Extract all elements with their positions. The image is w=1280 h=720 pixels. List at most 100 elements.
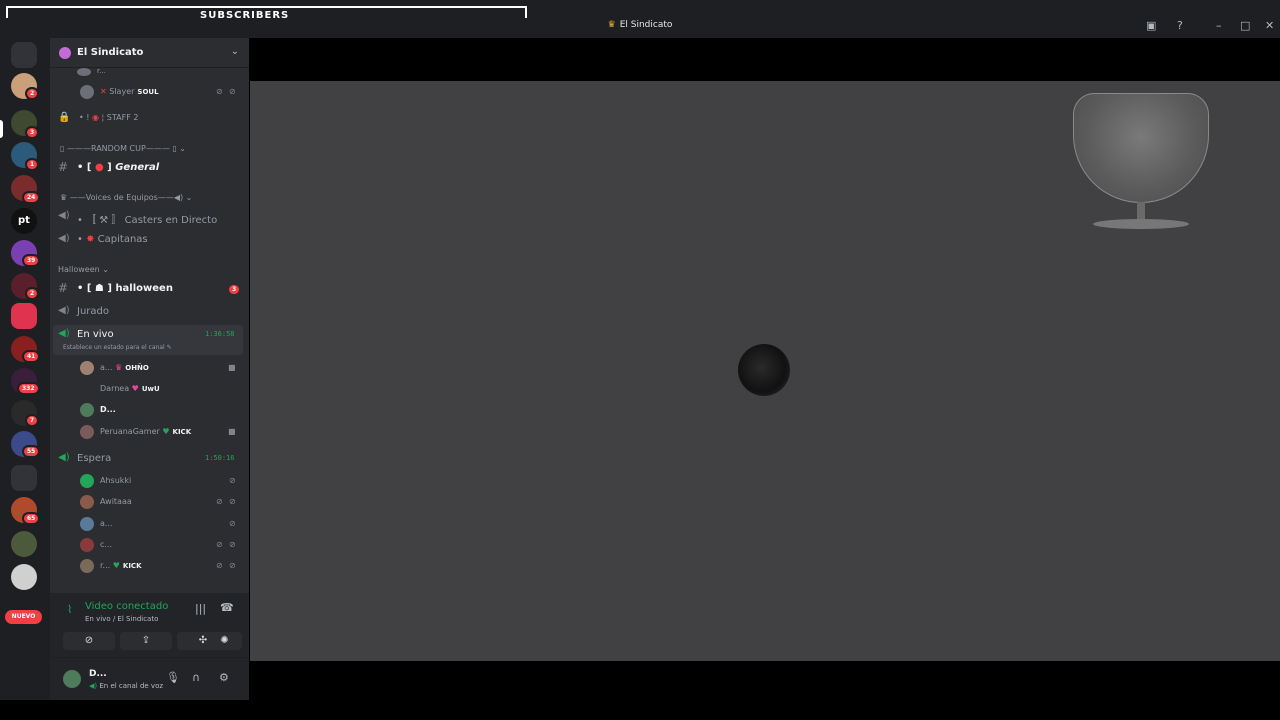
server-badge: 55 [22,445,41,458]
server-icon[interactable] [11,303,37,329]
noise-suppression-icon[interactable]: ||| [195,602,206,615]
stream-overlay-banner: SUBSCRIBERS [6,6,527,18]
category-random-cup[interactable]: ▯ ———RANDOM CUP——— ▯ ⌄ [60,144,186,153]
voice-user-slayer[interactable]: ✕ Slayer SOUL ⊘ ⊘ [53,82,243,102]
channel-jurado[interactable]: ◀) Jurado [53,302,243,322]
voice-user[interactable]: PeruanaGamer ♥ KICK ■ [53,422,243,442]
camera-toggle-button[interactable]: ⊘ [63,632,115,650]
channel-casters[interactable]: ◀) • 〚 ⚒ 〛 Casters en Directo [53,207,243,227]
disconnect-icon[interactable]: ☎ [220,601,234,614]
voice-timer: 1:36:58 [205,330,235,338]
voice-timer: 1:50:16 [205,454,235,462]
chevron-down-icon: ⌄ [230,46,239,57]
mute-icon: ⊘ [216,497,223,506]
user-avatar [80,425,94,439]
camera-icon: ■ [228,363,236,372]
user-avatar [80,495,94,509]
mute-icon: ⊘ [229,519,236,528]
channel-name: • 〚 ⚒ 〛 Casters en Directo [77,215,218,226]
active-server-pill [0,120,3,138]
server-badge: 39 [22,254,41,267]
brandy-glass-image [1073,93,1209,203]
user-avatar [80,85,94,99]
server-icon[interactable] [11,531,37,557]
server-badge: 7 [25,414,40,427]
channel-staff[interactable]: 🔒 • ! ◉ ¦ STAFF 2 [53,109,243,129]
soundboard-button[interactable]: ✺ [207,632,242,650]
channel-general[interactable]: # • [ ● ] General [53,158,243,178]
user-panel-name[interactable]: D... [89,669,107,679]
user-name: a... ♛ OHÑO [100,363,149,372]
headphones-icon[interactable]: ∩ [192,671,200,684]
window-title-text: El Sindicato [619,20,673,30]
maximize-icon[interactable]: □ [1240,19,1250,32]
lock-icon: 🔒 [58,112,71,123]
overlay-banner-text: SUBSCRIBERS [200,10,290,18]
server-icon[interactable] [11,564,37,590]
crown-icon: ♛ [607,20,616,30]
discord-home-icon[interactable] [11,42,37,68]
voice-user[interactable]: a... ♛ OHÑO ■ [53,358,243,378]
deafen-icon: ⊘ [229,561,236,570]
folder-icon[interactable] [11,465,37,491]
user-name: Awitaaa [100,497,132,506]
user-name: PeruanaGamer ♥ KICK [100,427,192,436]
voice-user[interactable]: r... ♥ KICK ⊘ ⊘ [53,556,243,576]
channel-name: • [ ● ] General [77,162,160,173]
gear-icon[interactable]: ⚙ [219,671,229,684]
guild-icon [59,47,71,59]
loading-avatar [738,344,790,396]
category-voices-equipos[interactable]: ♛ ——Voices de Equipos——◀) ⌄ [60,193,192,202]
speaker-icon: ◀) [58,305,70,316]
server-icon-initials[interactable]: pt [11,208,37,234]
voice-user[interactable]: c... ⊘ ⊘ [53,535,243,555]
voice-user[interactable]: Darnea ♥ UwU [53,379,243,399]
channel-espera[interactable]: ◀) Espera 1:50:16 [53,449,243,469]
user-avatar [80,538,94,552]
channel-status-hint[interactable]: Establece un estado para el canal ✎ [63,344,172,351]
user-avatar [80,517,94,531]
voice-user[interactable]: Awitaaa ⊘ ⊘ [53,492,243,512]
channel-halloween[interactable]: # • [ ☗ ] halloween 3 [53,279,243,299]
voice-user[interactable]: Ahsukki ⊘ [53,471,243,491]
channel-sidebar: El Sindicato ⌄ r... ✕ Slayer SOUL ⊘ ⊘ 🔒 •… [50,38,249,700]
window-title: ♛ El Sindicato [0,20,1280,30]
nuevo-badge: NUEVO [5,610,42,624]
inbox-icon[interactable]: ▣ [1146,19,1156,32]
help-icon[interactable]: ? [1177,19,1183,32]
video-stage[interactable] [250,81,1280,661]
stage-footer [250,661,1280,720]
channel-capitanas[interactable]: ◀) • ✸ Capitanas [53,230,243,250]
microphone-icon[interactable]: 🎙 [166,671,180,684]
speaker-icon: ◀) [58,328,70,339]
channel-name: • [ ☗ ] halloween [77,283,173,294]
mute-icon: ⊘ [216,540,223,549]
user-avatar [80,403,94,417]
user-avatar [80,361,94,375]
minimize-icon[interactable]: – [1216,19,1222,32]
voice-location[interactable]: En vivo / El Sindicato [85,615,158,623]
user-avatar[interactable] [63,670,81,688]
screen-share-button[interactable]: ⇪ [120,632,172,650]
user-panel-status: ◀) En el canal de voz [89,682,164,690]
voice-user[interactable]: D... [53,400,243,420]
server-rail: 2 3 1 24 pt 39 2 41 332 7 55 65 NUEVO [0,38,50,700]
mention-badge: 3 [227,283,242,296]
user-avatar [77,68,91,76]
server-badge: 41 [22,350,41,363]
guild-name: El Sindicato [77,47,144,58]
camera-icon: ■ [228,427,236,436]
deafen-icon: ⊘ [229,497,236,506]
speaker-icon: ◀) [58,233,70,244]
voice-status[interactable]: Video conectado [85,601,168,612]
user-avatar [80,382,94,396]
channel-name: • ! ◉ ¦ STAFF 2 [79,113,139,122]
voice-user[interactable]: a... ⊘ [53,514,243,534]
channel-name: Espera [77,453,112,464]
category-halloween[interactable]: Halloween ⌄ [58,265,109,274]
guild-header[interactable]: El Sindicato ⌄ [50,38,249,68]
close-icon[interactable]: ✕ [1265,19,1274,32]
channel-en-vivo[interactable]: ◀) En vivo 1:36:58 Establece un estado p… [53,325,243,355]
signal-icon[interactable]: ⌇ [67,603,72,616]
user-name: D... [100,405,116,414]
